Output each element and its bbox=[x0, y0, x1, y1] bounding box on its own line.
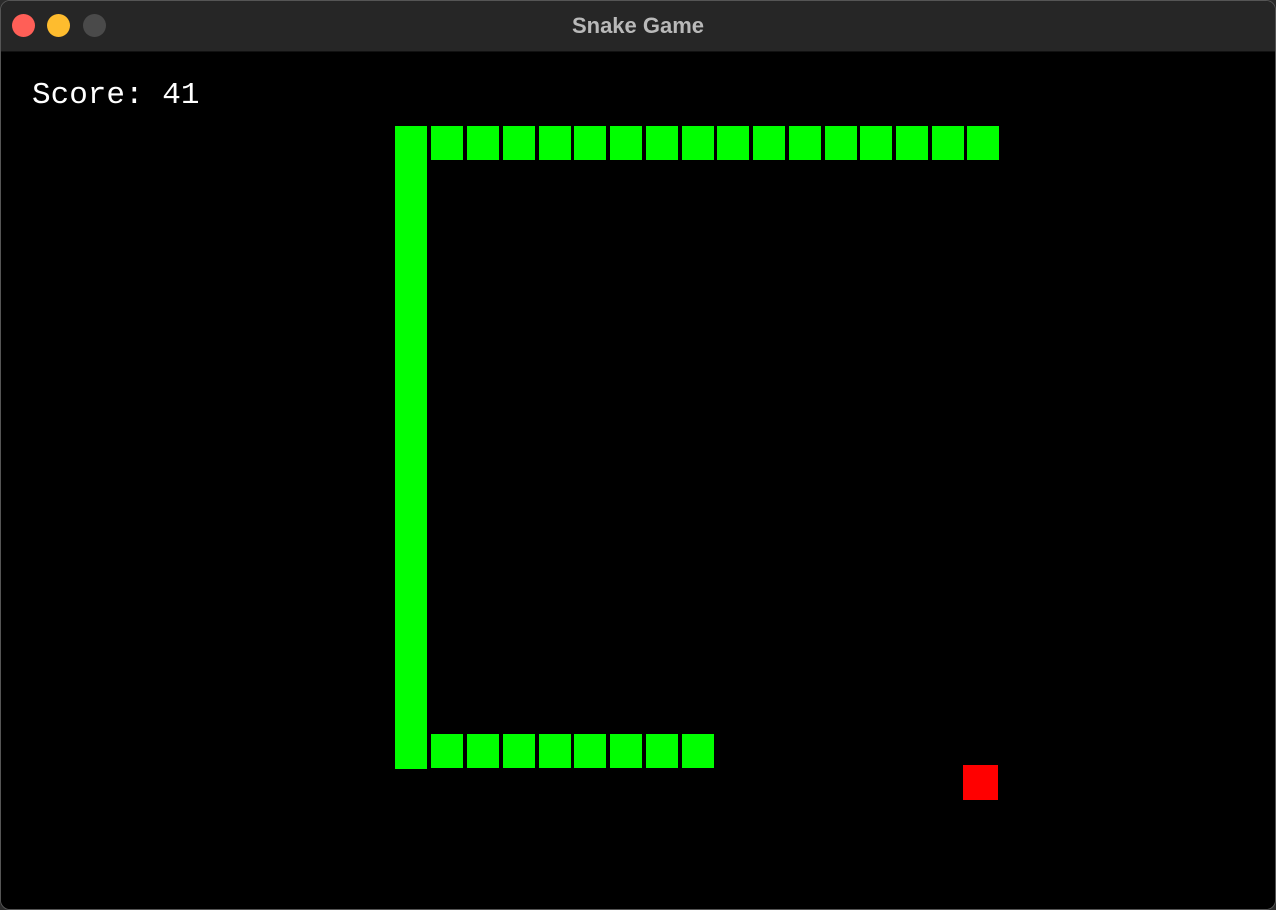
title-bar[interactable]: Snake Game bbox=[1, 1, 1275, 52]
snake-body-segment bbox=[395, 126, 427, 769]
snake-body-segment bbox=[431, 126, 463, 160]
snake-body-segment bbox=[896, 126, 928, 160]
snake-body-segment bbox=[860, 126, 892, 160]
snake-body-segment bbox=[574, 126, 606, 160]
snake-body-segment bbox=[932, 126, 964, 160]
snake-tail bbox=[682, 734, 714, 768]
snake-head bbox=[967, 126, 999, 160]
snake-body-segment bbox=[503, 126, 535, 160]
snake-body-segment bbox=[789, 126, 821, 160]
window-title: Snake Game bbox=[571, 13, 705, 38]
snake-body-segment bbox=[646, 734, 678, 768]
snake-body-segment bbox=[467, 734, 499, 768]
snake-body-segment bbox=[825, 126, 857, 160]
snake-body-segment bbox=[682, 126, 714, 160]
snake-body-segment bbox=[574, 734, 606, 768]
snake-body-segment bbox=[539, 126, 571, 160]
snake-body-segment bbox=[646, 126, 678, 160]
score-display: Score: 41 bbox=[32, 78, 200, 113]
snake-body-segment bbox=[503, 734, 535, 768]
snake-body-segment bbox=[610, 734, 642, 768]
snake-body-segment bbox=[610, 126, 642, 160]
snake-body-segment bbox=[467, 126, 499, 160]
snake-body-segment bbox=[717, 126, 749, 160]
snake-body-segment bbox=[753, 126, 785, 160]
game-window: Snake Game Score: 41 bbox=[0, 0, 1276, 910]
game-canvas[interactable]: Score: 41 bbox=[1, 52, 1275, 909]
food-pellet bbox=[963, 765, 998, 800]
snake-body-segment bbox=[539, 734, 571, 768]
snake-body-segment bbox=[431, 734, 463, 768]
